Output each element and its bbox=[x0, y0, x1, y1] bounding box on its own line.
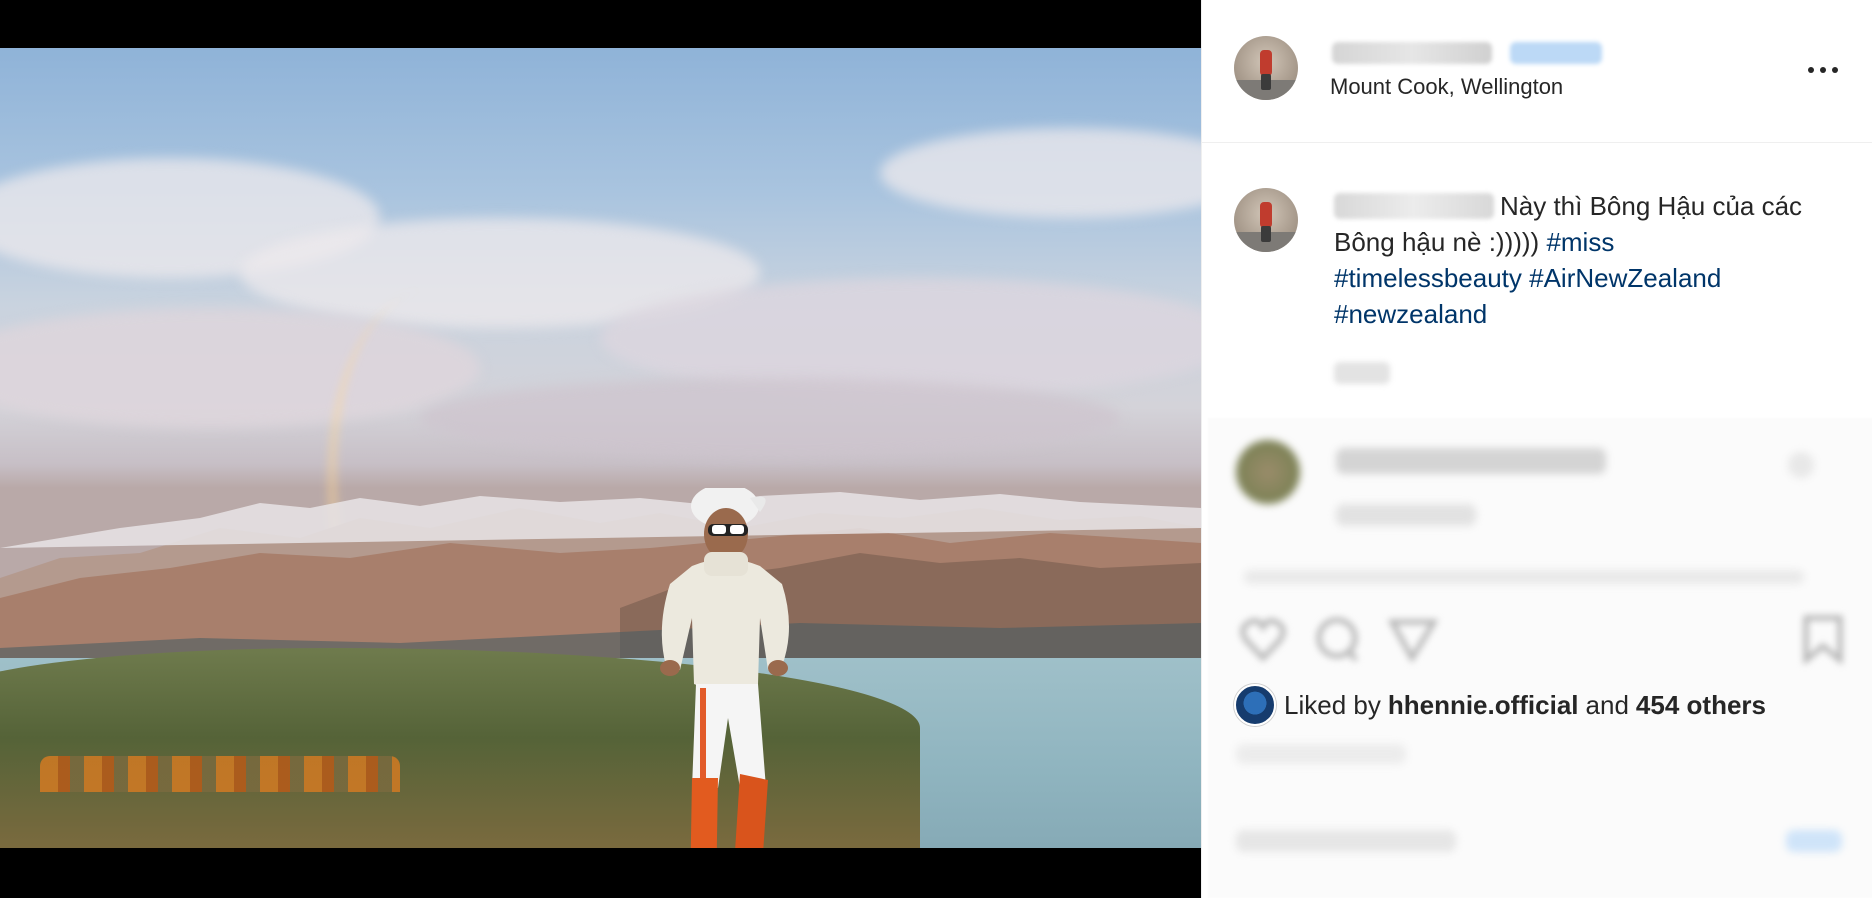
autumn-trees bbox=[40, 756, 400, 792]
cloud bbox=[880, 128, 1201, 218]
author-avatar[interactable] bbox=[1234, 36, 1298, 100]
location-link[interactable]: Mount Cook, Wellington bbox=[1330, 74, 1563, 100]
author-username-blurred[interactable] bbox=[1332, 42, 1492, 64]
posing-woman bbox=[660, 488, 789, 848]
caption-timestamp-blurred bbox=[1334, 362, 1390, 384]
cloud bbox=[420, 378, 1120, 458]
likes-summary: Liked by hhennie.official and 454 others bbox=[1234, 684, 1766, 726]
hashtag-link[interactable]: #miss bbox=[1546, 227, 1614, 257]
likes-prefix: Liked by bbox=[1284, 689, 1381, 720]
caption-username-blurred[interactable] bbox=[1334, 193, 1494, 219]
post-media[interactable] bbox=[0, 0, 1201, 898]
liked-timestamp-blurred bbox=[1236, 744, 1406, 764]
comment-icon[interactable] bbox=[1312, 614, 1362, 664]
post-sidebar: Mount Cook, Wellington Này thì Bông Hậu … bbox=[1201, 0, 1872, 898]
hashtag-link[interactable]: #AirNewZealand bbox=[1529, 263, 1721, 293]
hashtag-link[interactable]: #newzealand bbox=[1334, 299, 1487, 329]
more-options-icon[interactable] bbox=[1808, 58, 1842, 82]
commenter-avatar-blurred[interactable] bbox=[1236, 440, 1300, 504]
liker-avatar[interactable] bbox=[1234, 684, 1276, 726]
comment-extra-blurred bbox=[1244, 570, 1804, 584]
post-button-blurred[interactable] bbox=[1786, 830, 1842, 852]
comment-text-blurred bbox=[1336, 448, 1606, 474]
liker-username-link[interactable]: hhennie.official bbox=[1388, 690, 1579, 721]
bookmark-icon[interactable] bbox=[1798, 614, 1848, 664]
post-caption: Này thì Bông Hậu của các Bông hậu nè :))… bbox=[1334, 188, 1804, 332]
follow-button-blurred[interactable] bbox=[1510, 42, 1602, 64]
comment-like-blurred[interactable] bbox=[1788, 452, 1814, 478]
comment-reply-blurred[interactable] bbox=[1336, 504, 1476, 526]
post-header: Mount Cook, Wellington bbox=[1202, 0, 1872, 143]
share-icon[interactable] bbox=[1388, 614, 1438, 664]
hashtag-link[interactable]: #timelessbeauty bbox=[1334, 263, 1522, 293]
add-comment-input-blurred[interactable] bbox=[1236, 830, 1456, 852]
caption-avatar[interactable] bbox=[1234, 188, 1298, 252]
heart-icon[interactable] bbox=[1238, 614, 1288, 664]
likes-others-link[interactable]: 454 others bbox=[1636, 690, 1766, 721]
likes-joiner: and bbox=[1585, 689, 1629, 720]
post-photo[interactable] bbox=[0, 48, 1201, 848]
comments-region bbox=[1208, 418, 1872, 898]
